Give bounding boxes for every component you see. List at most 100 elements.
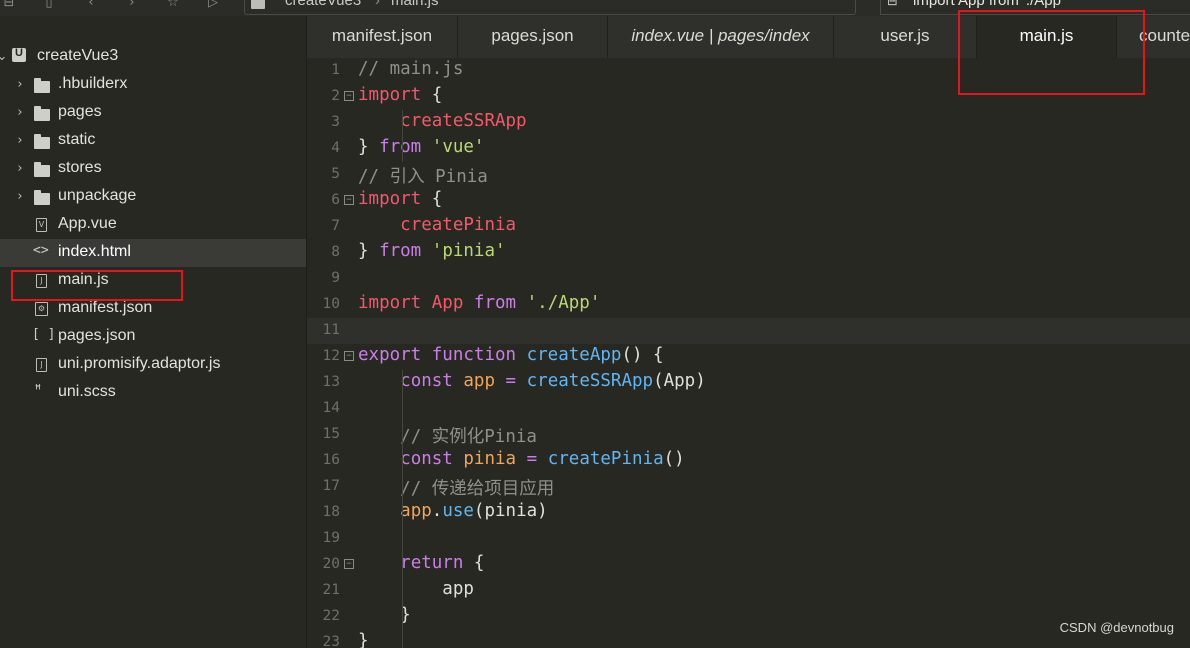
fold-toggle-icon[interactable]: − — [344, 351, 354, 361]
breadcrumb[interactable]: createVue3 main.js › — [244, 0, 856, 15]
code-line[interactable]: 9 — [307, 266, 1190, 292]
code-line[interactable]: 18 app.use(pinia) — [307, 500, 1190, 526]
json-file-icon: [ ] — [32, 327, 56, 342]
tree-item-label: unpackage — [58, 187, 137, 204]
code-line[interactable]: 19 — [307, 526, 1190, 552]
project-app-icon — [251, 0, 265, 9]
forward-icon[interactable]: › — [125, 0, 139, 10]
fold-toggle-icon[interactable]: − — [344, 559, 354, 569]
breadcrumb-file[interactable]: main.js — [391, 0, 439, 9]
tab-manifest-json[interactable]: manifest.json — [307, 16, 458, 58]
line-number: 23 — [322, 634, 340, 648]
line-number: 19 — [322, 530, 340, 546]
tree-folder[interactable]: › .hbuilderx — [0, 71, 306, 99]
code-text: const pinia = createPinia() — [400, 449, 685, 469]
line-number: 11 — [322, 322, 340, 338]
code-line[interactable]: 14 — [307, 396, 1190, 422]
run-icon[interactable]: ▷ — [206, 0, 220, 10]
indent-guide — [402, 110, 403, 162]
chevron-right-icon[interactable]: › — [14, 105, 26, 120]
vue-file-icon: V — [36, 218, 47, 232]
code-line[interactable]: 12− export function createApp() { — [307, 344, 1190, 370]
code-line[interactable]: 7 createPinia — [307, 214, 1190, 240]
tab-label: user.js — [880, 26, 930, 45]
code-line[interactable]: 17 // 传递给项目应用 — [307, 474, 1190, 500]
doc-icon[interactable]: ▯ — [42, 0, 56, 10]
tree-file[interactable]: [ ] pages.json — [0, 323, 306, 351]
tree-folder[interactable]: › pages — [0, 99, 306, 127]
line-number: 20 — [322, 556, 340, 572]
code-line[interactable]: 6− import { — [307, 188, 1190, 214]
tree-project-root[interactable]: ⌄ createVue3 — [0, 43, 306, 71]
line-number: 17 — [322, 478, 340, 494]
code-text: export function createApp() { — [358, 345, 664, 365]
code-line[interactable]: 21 app — [307, 578, 1190, 604]
breadcrumb-separator: › — [375, 0, 380, 9]
code-text: createSSRApp — [400, 111, 527, 131]
tree-file-selected[interactable]: <> index.html — [0, 239, 306, 267]
code-text: app — [358, 579, 474, 599]
chevron-right-icon[interactable]: › — [14, 161, 26, 176]
tree-item-label: index.html — [58, 243, 131, 260]
tab-index-vue[interactable]: index.vue | pages/index — [608, 16, 834, 58]
tab-label: index.vue | pages/index — [631, 26, 810, 45]
breadcrumb-project[interactable]: createVue3 — [285, 0, 361, 9]
code-line[interactable]: 8} from 'pinia' — [307, 240, 1190, 266]
code-line[interactable]: 11 — [307, 318, 1190, 344]
fold-toggle-icon[interactable]: − — [344, 91, 354, 101]
tree-item-label: pages.json — [58, 327, 136, 344]
code-text: } from 'pinia' — [358, 241, 506, 261]
collapse-icon[interactable]: ⊟ — [2, 0, 16, 10]
code-text: import { — [358, 85, 443, 105]
project-name: createVue3 — [37, 47, 119, 64]
watermark: CSDN @devnotbug — [1059, 620, 1174, 635]
line-number: 21 — [322, 582, 340, 598]
tree-file[interactable]: ꟸ uni.scss — [0, 379, 306, 407]
tree-item-label: pages — [58, 103, 102, 120]
fold-toggle-icon[interactable]: − — [344, 195, 354, 205]
tab-pages-json[interactable]: pages.json — [458, 16, 608, 58]
line-number: 4 — [331, 140, 340, 156]
tab-label: counte — [1139, 26, 1190, 45]
code-line[interactable]: 22 } — [307, 604, 1190, 630]
tree-item-label: stores — [58, 159, 102, 176]
folder-icon — [34, 190, 50, 205]
highlight-box-tab — [958, 10, 1145, 95]
code-text: // 实例化Pinia — [400, 427, 537, 447]
chevron-down-icon[interactable]: ⌄ — [0, 49, 8, 64]
code-line[interactable]: 15 // 实例化Pinia — [307, 422, 1190, 448]
tree-folder[interactable]: › static — [0, 127, 306, 155]
line-number: 16 — [322, 452, 340, 468]
code-line[interactable]: 13 const app = createSSRApp(App) — [307, 370, 1190, 396]
chevron-right-icon[interactable]: › — [14, 189, 26, 204]
tree-item-label: uni.promisify.adaptor.js — [58, 355, 221, 372]
code-line[interactable]: 20− return { — [307, 552, 1190, 578]
tree-folder[interactable]: › stores — [0, 155, 306, 183]
code-line[interactable]: 23} — [307, 630, 1190, 648]
tree-file[interactable]: J uni.promisify.adaptor.js — [0, 351, 306, 379]
code-line[interactable]: 10 import App from './App' — [307, 292, 1190, 318]
code-text: } from 'vue' — [358, 137, 485, 157]
folder-icon — [34, 78, 50, 93]
code-text: app.use(pinia) — [400, 501, 548, 521]
back-icon[interactable]: ‹ — [84, 0, 98, 10]
code-text: // 引入 Pinia — [358, 167, 488, 187]
chevron-right-icon[interactable]: › — [14, 133, 26, 148]
code-text: return { — [400, 553, 485, 573]
code-line[interactable]: 4 } from 'vue' — [307, 136, 1190, 162]
chevron-right-icon[interactable]: › — [14, 77, 26, 92]
code-editor[interactable]: 1// main.js 2− import {3 createSSRApp 4} fr… — [307, 58, 1190, 648]
code-text: createPinia — [400, 215, 517, 235]
manifest-file-icon: ⚙ — [35, 302, 48, 316]
code-line[interactable]: 5 // 引入 Pinia — [307, 162, 1190, 188]
code-line[interactable]: 3 createSSRApp — [307, 110, 1190, 136]
folder-icon — [34, 134, 50, 149]
line-number: 2 — [331, 88, 340, 104]
search-value: import App from './App' — [913, 0, 1064, 9]
tab-label: manifest.json — [331, 26, 433, 45]
tab-user-js[interactable]: user.js — [834, 16, 977, 58]
tree-folder[interactable]: › unpackage — [0, 183, 306, 211]
code-line[interactable]: 16 const pinia = createPinia() — [307, 448, 1190, 474]
star-icon[interactable]: ☆ — [166, 0, 180, 10]
tree-file[interactable]: V App.vue — [0, 211, 306, 239]
